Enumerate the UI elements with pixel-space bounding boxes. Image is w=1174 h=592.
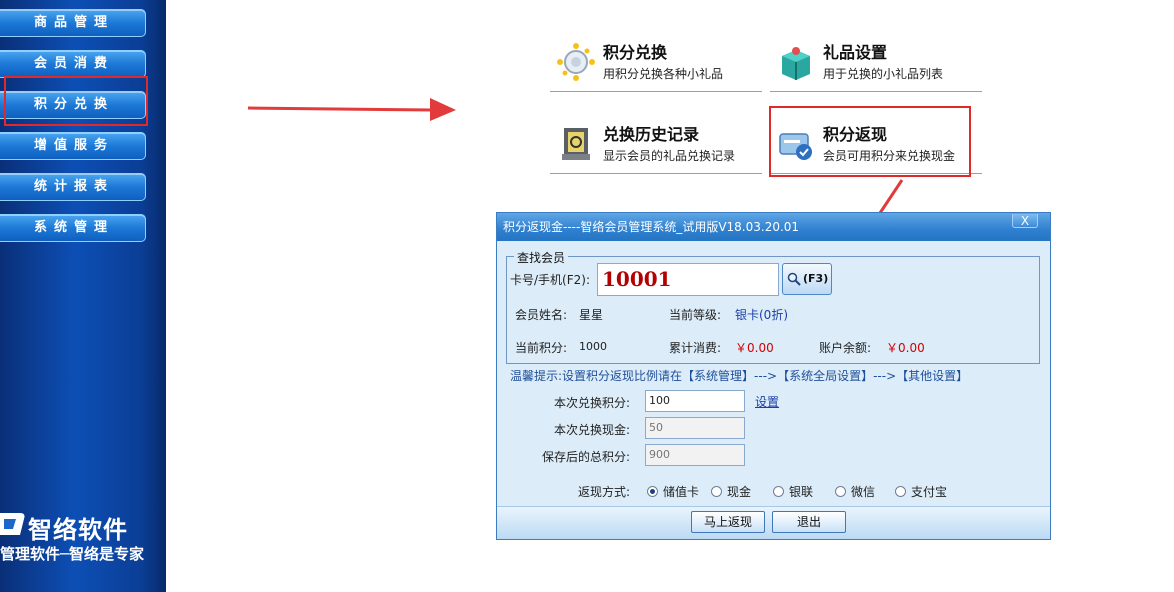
member-level-label: 当前等级: [669, 308, 722, 322]
brand-tagline: 管理软件─智络是专家 [0, 545, 145, 563]
total-spend-label: 累计消费: [669, 341, 722, 355]
tile-points-exchange[interactable]: 积分兑换 用积分兑换各种小礼品 [550, 30, 762, 92]
tile-title: 兑换历史记录 [603, 125, 700, 144]
points-exchange-icon [557, 43, 595, 81]
card-input[interactable]: 10001 [597, 263, 779, 296]
radio-stored-card[interactable]: 储值卡 [647, 483, 699, 500]
tile-desc: 用于兑换的小礼品列表 [823, 67, 944, 81]
close-button[interactable]: X [1012, 214, 1038, 228]
radio-alipay[interactable]: 支付宝 [895, 483, 947, 500]
tile-desc: 用积分兑换各种小礼品 [603, 67, 724, 81]
exchange-points-label: 本次兑换积分: [553, 396, 630, 410]
radio-cash[interactable]: 现金 [711, 483, 751, 500]
history-record-icon [562, 128, 590, 160]
exchange-cash-label: 本次兑换现金: [553, 423, 630, 437]
card-label: 卡号/手机(F2): [510, 273, 590, 287]
tile-exchange-history[interactable]: 兑换历史记录 显示会员的礼品兑换记录 [550, 112, 762, 174]
nav-highlight-box [4, 76, 148, 126]
total-points-input[interactable]: 900 [645, 444, 745, 466]
hint-text: 温馨提示:设置积分返现比例请在【系统管理】--->【系统全局设置】--->【其他… [510, 369, 969, 383]
tile-desc: 显示会员的礼品兑换记录 [603, 149, 736, 163]
radio-label: 支付宝 [911, 485, 948, 499]
gift-box-icon [782, 47, 810, 80]
radio-dot-icon [895, 486, 906, 497]
search-icon [787, 272, 801, 286]
radio-dot-icon [711, 486, 722, 497]
exit-button[interactable]: 退出 [772, 511, 846, 533]
radio-label: 现金 [727, 485, 752, 499]
brand-name: 智络软件 [28, 516, 128, 544]
total-points-label: 保存后的总积分: [541, 450, 630, 464]
member-name-value: 星星 [579, 308, 604, 322]
confirm-cashback-button[interactable]: 马上返现 [691, 511, 765, 533]
tile-title: 积分兑换 [603, 43, 668, 62]
radio-label: 银联 [789, 485, 814, 499]
sidebar-item-reports[interactable]: 统计报表 [0, 173, 146, 201]
sidebar-item-goods[interactable]: 商品管理 [0, 9, 146, 37]
tile-title: 礼品设置 [823, 43, 888, 62]
search-button-label: (F3) [803, 272, 829, 285]
points-value: 1000 [579, 340, 607, 353]
member-level-value: 银卡(0折) [735, 308, 788, 322]
balance-value: ￥0.00 [886, 341, 925, 355]
sidebar-item-value-added[interactable]: 增值服务 [0, 132, 146, 160]
group-legend: 查找会员 [514, 249, 569, 266]
search-button[interactable]: (F3) [782, 263, 832, 295]
sidebar-item-system[interactable]: 系统管理 [0, 214, 146, 242]
exchange-cash-input[interactable]: 50 [645, 417, 745, 439]
radio-unionpay[interactable]: 银联 [773, 483, 813, 500]
total-spend-value: ￥0.00 [735, 341, 774, 355]
member-name-label: 会员姓名: [515, 308, 568, 322]
cashback-dialog: 积分返现金----智络会员管理系统_试用版V18.03.20.01 X 查找会员… [496, 212, 1051, 540]
radio-dot-icon [773, 486, 784, 497]
radio-label: 储值卡 [663, 485, 700, 499]
tile-gift-settings[interactable]: 礼品设置 用于兑换的小礼品列表 [770, 30, 982, 92]
app-window: 商品管理 会员消费 积分兑换 增值服务 统计报表 系统管理 智络软件 管理软件─… [0, 0, 1174, 592]
points-label: 当前积分: [515, 341, 568, 355]
sidebar-item-consumption[interactable]: 会员消费 [0, 50, 146, 78]
dialog-title: 积分返现金----智络会员管理系统_试用版V18.03.20.01 [497, 213, 1050, 241]
radio-label: 微信 [851, 485, 876, 499]
radio-wechat[interactable]: 微信 [835, 483, 875, 500]
radio-dot-icon [647, 486, 658, 497]
method-label: 返现方式: [577, 485, 630, 499]
tile-highlight-box [769, 106, 971, 177]
radio-dot-icon [835, 486, 846, 497]
annotation-arrow-right-icon [247, 98, 456, 121]
exchange-points-input[interactable]: 100 [645, 390, 745, 412]
settings-link[interactable]: 设置 [755, 393, 779, 410]
balance-label: 账户余额: [819, 341, 872, 355]
